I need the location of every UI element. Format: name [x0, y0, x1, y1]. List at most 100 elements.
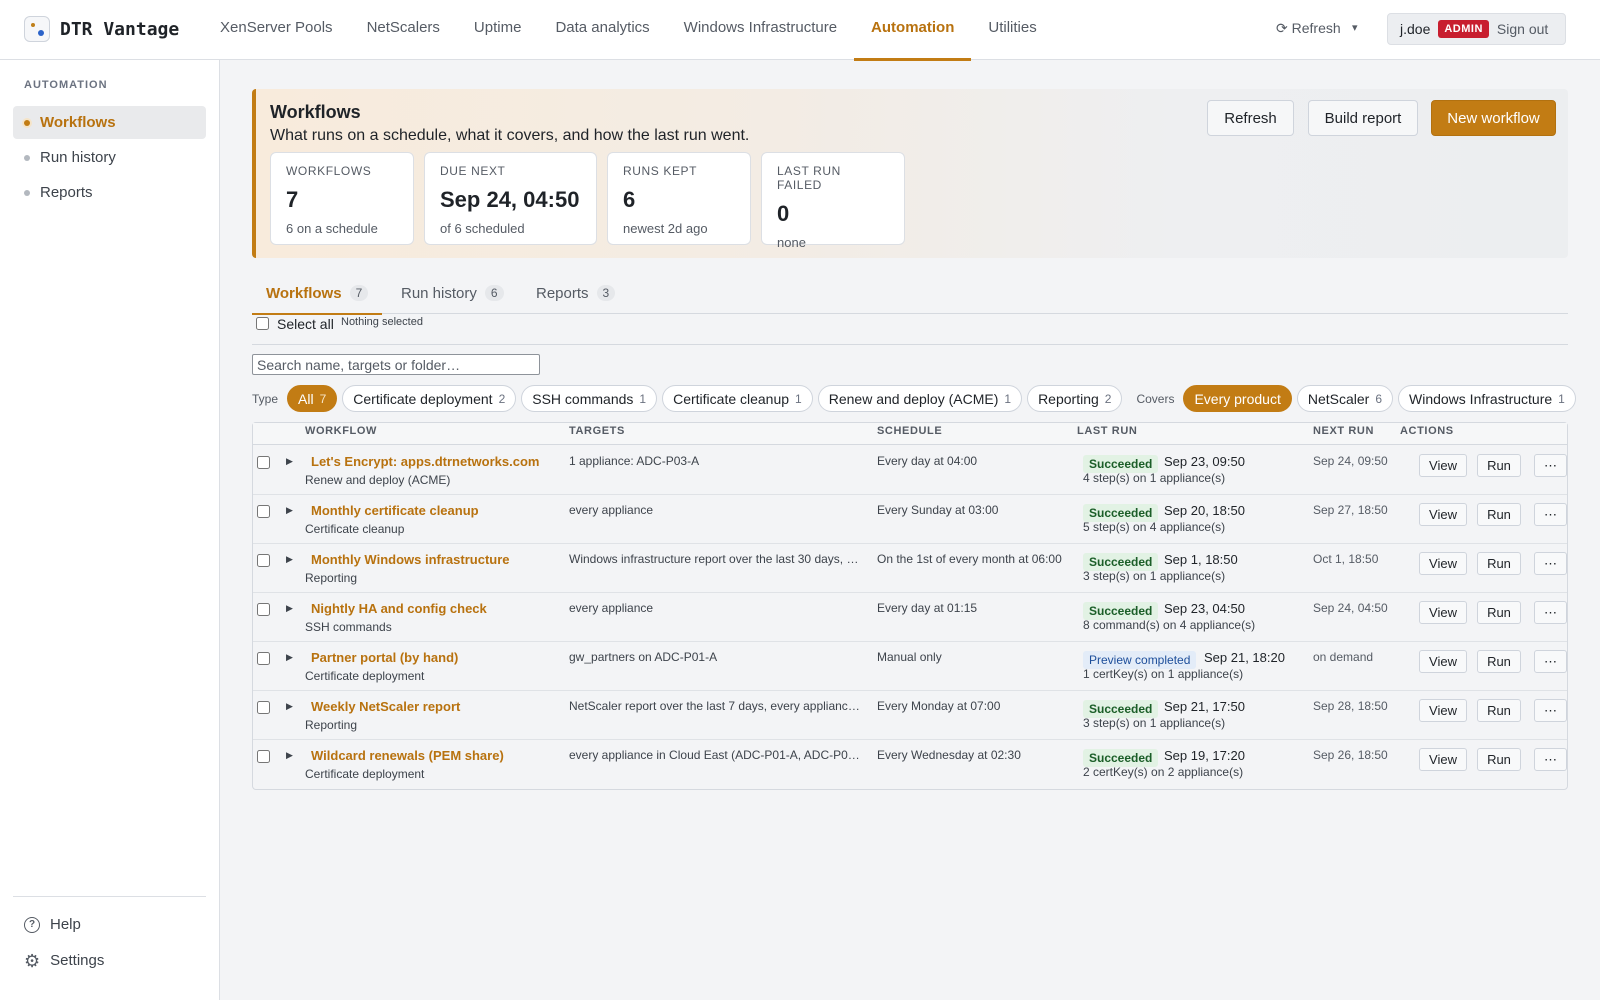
more-actions-button[interactable]: ⋯ [1534, 601, 1567, 624]
table-row: ▶ Partner portal (by hand) Certificate dep… [253, 642, 1567, 691]
username: j.doe [1400, 21, 1431, 37]
column-header-workflow[interactable]: WORKFLOW [305, 425, 377, 437]
last-run-time: Sep 20, 18:50 [1164, 503, 1245, 518]
view-button[interactable]: View [1419, 552, 1467, 575]
bullet-icon [24, 189, 30, 196]
nav-xenserver-pools[interactable]: XenServer Pools [203, 0, 350, 60]
run-button[interactable]: Run [1477, 601, 1521, 624]
stat-card-workflows: WORKFLOWS 7 6 on a schedule [270, 152, 414, 245]
filter-chip-certificate-cleanup[interactable]: Certificate cleanup 1 [662, 385, 813, 412]
row-checkbox[interactable] [257, 652, 270, 665]
search-input[interactable] [252, 354, 540, 375]
row-checkbox[interactable] [257, 701, 270, 714]
row-checkbox[interactable] [257, 456, 270, 469]
sidebar-item-workflows[interactable]: Workflows [13, 106, 206, 139]
sidebar-item-run-history[interactable]: Run history [13, 141, 206, 174]
expand-row-icon[interactable]: ▶ [286, 505, 293, 516]
view-button[interactable]: View [1419, 650, 1467, 673]
run-button[interactable]: Run [1477, 748, 1521, 771]
row-checkbox[interactable] [257, 750, 270, 763]
view-button[interactable]: View [1419, 454, 1467, 477]
workflow-name-link[interactable]: Nightly HA and config check [311, 601, 487, 616]
workflow-type: Renew and deploy (ACME) [305, 473, 451, 487]
select-all-label[interactable]: Select all [277, 316, 334, 332]
nav-windows-infrastructure[interactable]: Windows Infrastructure [667, 0, 854, 60]
nav-automation[interactable]: Automation [854, 0, 972, 61]
tab-workflows[interactable]: Workflows 7 [252, 272, 383, 315]
expand-row-icon[interactable]: ▶ [286, 554, 293, 565]
content-tabs: Workflows 7 Run history 6 Reports 3 [252, 272, 1568, 315]
top-refresh-button[interactable]: ⟳ Refresh [1276, 20, 1341, 37]
column-header-next-run[interactable]: NEXT RUN [1313, 425, 1374, 437]
workflows-table: WORKFLOW TARGETS SCHEDULE LAST RUN NEXT … [252, 422, 1568, 790]
view-button[interactable]: View [1419, 699, 1467, 722]
row-checkbox[interactable] [257, 603, 270, 616]
workflow-name-link[interactable]: Wildcard renewals (PEM share) [311, 748, 504, 763]
new-workflow-button[interactable]: New workflow [1431, 100, 1556, 136]
view-button[interactable]: View [1419, 503, 1467, 526]
filter-chip-all[interactable]: All 7 [287, 385, 338, 412]
run-button[interactable]: Run [1477, 650, 1521, 673]
chevron-down-icon[interactable]: ▾ [1352, 21, 1358, 34]
refresh-button[interactable]: Refresh [1207, 100, 1294, 136]
workflow-name-link[interactable]: Weekly NetScaler report [311, 699, 460, 714]
more-actions-button[interactable]: ⋯ [1534, 650, 1567, 673]
run-button[interactable]: Run [1477, 454, 1521, 477]
sidebar-help[interactable]: ? Help [24, 916, 81, 933]
brand[interactable]: DTR Vantage [24, 16, 179, 42]
last-run-steps: 3 step(s) on 1 appliance(s) [1083, 569, 1226, 583]
filter-chip-certificate-deployment[interactable]: Certificate deployment 2 [342, 385, 517, 412]
expand-row-icon[interactable]: ▶ [286, 701, 293, 712]
build-report-button[interactable]: Build report [1308, 100, 1418, 136]
row-checkbox[interactable] [257, 505, 270, 518]
filter-chip-ssh-commands[interactable]: SSH commands 1 [521, 385, 658, 412]
filter-chip-windows-infrastructure[interactable]: Windows Infrastructure 1 [1398, 385, 1576, 412]
select-all-checkbox[interactable] [256, 317, 269, 330]
view-button[interactable]: View [1419, 601, 1467, 624]
expand-row-icon[interactable]: ▶ [286, 652, 293, 663]
chip-count: 6 [1375, 391, 1382, 406]
run-button[interactable]: Run [1477, 699, 1521, 722]
last-run-time: Sep 21, 18:20 [1204, 650, 1285, 665]
signout-link[interactable]: Sign out [1497, 21, 1548, 37]
sidebar-item-reports[interactable]: Reports [13, 176, 206, 209]
more-actions-button[interactable]: ⋯ [1534, 748, 1567, 771]
workflow-type: Reporting [305, 571, 358, 585]
row-checkbox[interactable] [257, 554, 270, 567]
nav-netscalers[interactable]: NetScalers [350, 0, 457, 60]
column-header-last-run[interactable]: LAST RUN [1077, 425, 1137, 437]
nav-utilities[interactable]: Utilities [971, 0, 1053, 60]
sidebar-settings[interactable]: ⚙ Settings [24, 952, 104, 970]
chip-count: 2 [1104, 391, 1112, 406]
filter-chip-renew-and-deploy[interactable]: Renew and deploy (ACME) 1 [817, 385, 1023, 412]
more-actions-button[interactable]: ⋯ [1534, 552, 1567, 575]
page-subtitle: What runs on a schedule, what it covers,… [270, 127, 750, 144]
workflow-name-link[interactable]: Monthly certificate cleanup [311, 503, 479, 518]
workflow-name-link[interactable]: Partner portal (by hand) [311, 650, 458, 665]
view-button[interactable]: View [1419, 748, 1467, 771]
nav-uptime[interactable]: Uptime [457, 0, 539, 60]
stat-card-due-next: DUE NEXT Sep 24, 04:50 of 6 scheduled [424, 152, 597, 245]
more-actions-button[interactable]: ⋯ [1534, 454, 1567, 477]
run-button[interactable]: Run [1477, 552, 1521, 575]
chip-label: Reporting [1038, 390, 1099, 407]
column-header-targets[interactable]: TARGETS [569, 425, 625, 437]
filter-chip-reporting[interactable]: Reporting 2 [1027, 385, 1123, 412]
expand-row-icon[interactable]: ▶ [286, 750, 293, 761]
workflow-name-link[interactable]: Let's Encrypt: apps.dtrnetworks.com [311, 454, 539, 469]
filter-chip-every-product[interactable]: Every product [1183, 385, 1292, 412]
tab-reports[interactable]: Reports 3 [522, 272, 629, 314]
more-actions-button[interactable]: ⋯ [1534, 699, 1567, 722]
run-button[interactable]: Run [1477, 503, 1521, 526]
tab-run-history[interactable]: Run history 6 [387, 272, 518, 314]
more-actions-button[interactable]: ⋯ [1534, 503, 1567, 526]
workflow-targets: 1 appliance: ADC-P03-A [569, 454, 700, 468]
selection-status: Nothing selected [341, 316, 423, 328]
filter-chip-netscaler[interactable]: NetScaler 6 [1296, 385, 1393, 412]
column-header-schedule[interactable]: SCHEDULE [877, 425, 942, 437]
expand-row-icon[interactable]: ▶ [286, 456, 293, 467]
workflow-name-link[interactable]: Monthly Windows infrastructure [311, 552, 510, 567]
expand-row-icon[interactable]: ▶ [286, 603, 293, 614]
nav-data-analytics[interactable]: Data analytics [538, 0, 666, 60]
sidebar-item-label: Reports [40, 184, 93, 201]
